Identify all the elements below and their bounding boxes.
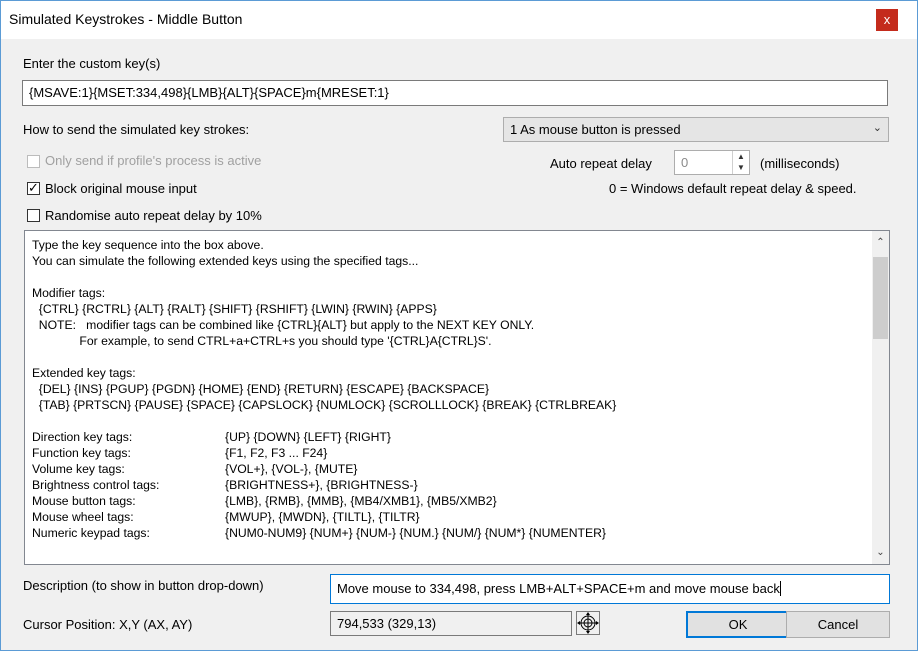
help-tag-table: Direction key tags: {UP} {DOWN} {LEFT} {R… [32,429,862,541]
scroll-thumb[interactable] [873,257,888,339]
help-line: {DEL} {INS} {PGUP} {PGDN} {HOME} {END} {… [32,382,490,396]
tag-group-tags: {F1, F2, F3 ... F24} [225,446,328,460]
repeat-delay-hint: 0 = Windows default repeat delay & speed… [609,181,857,196]
help-line: You can simulate the following extended … [32,254,419,268]
repeat-delay-label: Auto repeat delay [550,156,652,171]
tag-group-name: Brightness control tags: [32,478,160,492]
tag-group-tags: {UP} {DOWN} {LEFT} {RIGHT} [225,430,391,444]
scroll-up-icon[interactable]: ⌃ [872,234,889,251]
window-title: Simulated Keystrokes - Middle Button [9,11,243,27]
description-label: Description (to show in button drop-down… [23,578,264,593]
tag-group-name: Mouse wheel tags: [32,510,134,524]
help-line: For example, to send CTRL+a+CTRL+s you s… [32,334,492,348]
cancel-button-label: Cancel [817,617,859,632]
title-bar: Simulated Keystrokes - Middle Button x [1,1,917,39]
tag-group-tags: {MWUP}, {MWDN}, {TILTL}, {TILTR} [225,510,420,524]
description-input[interactable]: Move mouse to 334,498, press LMB+ALT+SPA… [330,574,890,604]
randomise-label: Randomise auto repeat delay by 10% [45,208,262,223]
close-icon: x [883,12,891,27]
tag-group-tags: {VOL+}, {VOL-}, {MUTE} [225,462,358,476]
cursor-position-field: 794,533 (329,13) [330,611,572,636]
send-mode-label: How to send the simulated key strokes: [23,122,250,137]
help-line [32,413,862,429]
randomise-checkbox[interactable] [27,209,40,222]
spin-buttons: ▲ ▼ [732,151,749,174]
check-icon: ✓ [28,180,39,195]
ok-button-label: OK [728,617,748,632]
crosshair-icon[interactable] [576,611,600,635]
help-line: NOTE: modifier tags can be combined like… [32,318,535,332]
help-line: Extended key tags: [32,366,136,380]
only-if-active-checkbox[interactable] [27,155,40,168]
tag-group-name: Mouse button tags: [32,494,136,508]
spin-down-icon[interactable]: ▼ [733,162,749,173]
cursor-position-label: Cursor Position: X,Y (AX, AY) [23,617,193,632]
spin-up-icon[interactable]: ▲ [733,151,749,162]
text-caret [779,581,781,596]
help-line: {TAB} {PRTSCN} {PAUSE} {SPACE} {CAPSLOCK… [32,398,617,412]
close-button[interactable]: x [876,9,898,31]
help-line: {CTRL} {RCTRL} {ALT} {RALT} {SHIFT} {RSH… [32,302,437,316]
repeat-delay-unit: (milliseconds) [760,156,840,171]
scroll-down-icon[interactable]: ⌄ [872,544,889,561]
tag-group-name: Volume key tags: [32,462,125,476]
block-mouse-label: Block original mouse input [45,181,197,196]
description-value: Move mouse to 334,498, press LMB+ALT+SPA… [337,581,780,596]
tag-group-tags: {BRIGHTNESS+}, {BRIGHTNESS-} [225,478,418,492]
tag-group-name: Direction key tags: [32,430,133,444]
help-line [32,269,862,285]
block-mouse-checkbox[interactable]: ✓ [27,180,40,195]
help-scrollbar[interactable]: ⌃ ⌄ [872,231,889,564]
help-line: Type the key sequence into the box above… [32,238,264,252]
repeat-delay-value: 0 [681,155,689,170]
tag-group-tags: {NUM0-NUM9} {NUM+} {NUM-} {NUM.} {NUM/} … [225,526,606,540]
only-if-active-label: Only send if profile's process is active [45,153,262,168]
custom-keys-input[interactable]: {MSAVE:1}{MSET:334,498}{LMB}{ALT}{SPACE}… [22,80,888,106]
tag-group-name: Numeric keypad tags: [32,526,150,540]
chevron-down-icon: ⌄ [872,122,882,134]
send-mode-value: 1 As mouse button is pressed [510,122,681,137]
help-line: Modifier tags: [32,286,106,300]
send-mode-select[interactable]: 1 As mouse button is pressed ⌄ [503,117,889,142]
cancel-button[interactable]: Cancel [786,611,890,638]
help-textbox[interactable]: Type the key sequence into the box above… [24,230,890,565]
ok-button[interactable]: OK [686,611,790,638]
help-text: Type the key sequence into the box above… [32,237,862,541]
tag-group-tags: {LMB}, {RMB}, {MMB}, {MB4/XMB1}, {MB5/XM… [225,494,497,508]
tag-group-name: Function key tags: [32,446,131,460]
custom-keys-label: Enter the custom key(s) [23,56,161,71]
repeat-delay-spinner[interactable]: 0 ▲ ▼ [674,150,750,175]
help-line [32,349,862,365]
